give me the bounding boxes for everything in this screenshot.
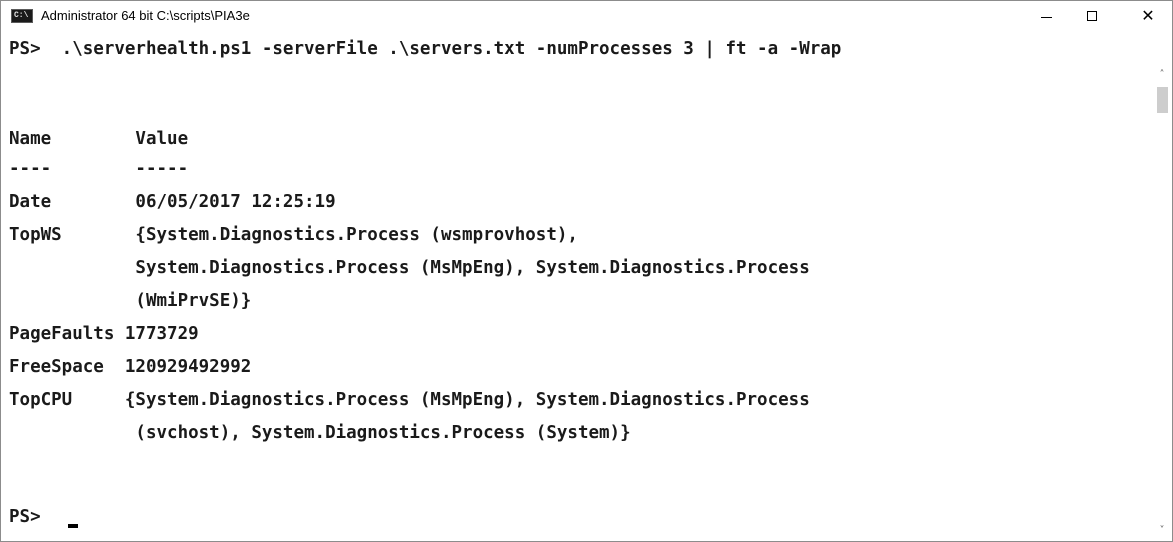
table-row-topcpu: TopCPU {System.Diagnostics.Process (MsMp… — [9, 390, 810, 410]
minimize-icon — [1040, 16, 1052, 18]
title-bar[interactable]: C:\ Administrator 64 bit C:\scripts\PIA3… — [1, 1, 1172, 31]
console-app-icon-glyph: C:\ — [14, 11, 29, 20]
console-output[interactable]: PS> .\serverhealth.ps1 -serverFile .\ser… — [1, 31, 1152, 541]
table-row-topws-cont: (WmiPrvSE)} — [9, 291, 252, 311]
maximize-button[interactable] — [1069, 1, 1115, 31]
scroll-thumb[interactable] — [1157, 87, 1168, 113]
console-line-command: PS> .\serverhealth.ps1 -serverFile .\ser… — [9, 39, 842, 59]
table-row-freespace: FreeSpace 120929492992 — [9, 357, 252, 377]
console-prompt: PS> — [9, 507, 41, 527]
close-icon: ✕ — [1141, 6, 1155, 25]
table-row-topcpu-cont: (svchost), System.Diagnostics.Process (S… — [9, 423, 631, 443]
table-header: Name Value — [9, 129, 189, 149]
close-button[interactable]: ✕ — [1125, 1, 1171, 31]
minimize-button[interactable] — [1023, 1, 1069, 31]
table-row-topws: TopWS {System.Diagnostics.Process (wsmpr… — [9, 225, 578, 245]
scroll-up-icon[interactable]: ˄ — [1152, 65, 1172, 83]
text-cursor — [68, 524, 78, 528]
scroll-down-icon[interactable]: ˅ — [1152, 521, 1172, 539]
vertical-scrollbar[interactable]: ˄ ˅ — [1152, 31, 1172, 541]
console-app-icon[interactable]: C:\ — [11, 9, 33, 23]
table-row-topws-cont: System.Diagnostics.Process (MsMpEng), Sy… — [9, 258, 810, 278]
console-window: C:\ Administrator 64 bit C:\scripts\PIA3… — [0, 0, 1173, 542]
window-title: Administrator 64 bit C:\scripts\PIA3e — [41, 8, 250, 23]
table-header-divider: ---- ----- — [9, 159, 189, 179]
maximize-icon — [1087, 11, 1097, 21]
table-row-date: Date 06/05/2017 12:25:19 — [9, 192, 336, 212]
table-row-pagefaults: PageFaults 1773729 — [9, 324, 199, 344]
